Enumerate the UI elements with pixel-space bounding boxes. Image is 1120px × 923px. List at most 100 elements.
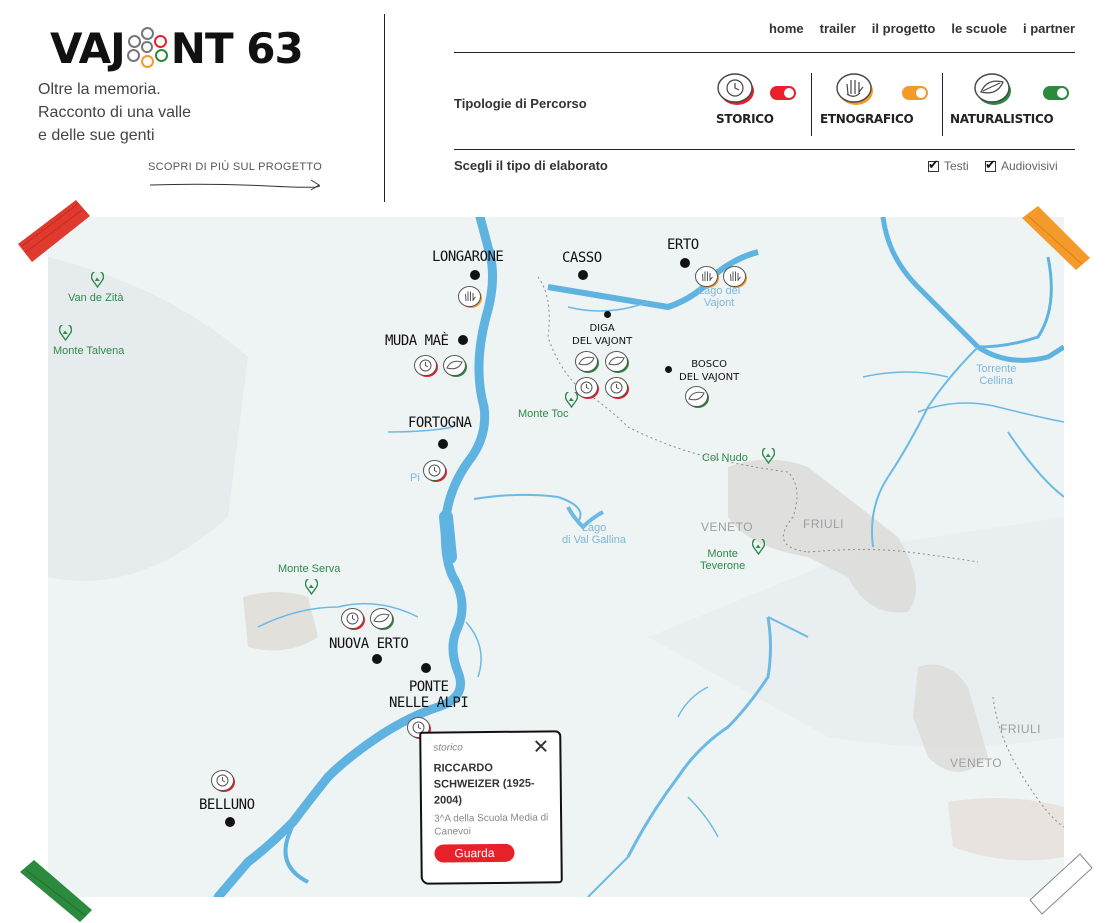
place-label-diga-del-vajont: DIGA DEL VAJONT — [572, 322, 632, 348]
river-label: Torrente Cellina — [976, 363, 1016, 387]
river-label-line: Torrente — [976, 363, 1017, 375]
clock-marker-icon[interactable] — [210, 769, 236, 793]
leaf-marker-icon[interactable] — [684, 385, 710, 409]
place-dot[interactable] — [458, 335, 468, 345]
place-dot[interactable] — [438, 439, 448, 449]
hand-marker-icon[interactable] — [694, 265, 720, 289]
region-label-friuli: FRIULI — [1000, 722, 1042, 736]
mountain-label: Col Nudo — [702, 452, 748, 464]
clock-marker-icon[interactable] — [422, 459, 448, 483]
place-label-line: BOSCO — [691, 359, 727, 370]
place-label-muda-mae: MUDA MAÈ — [385, 333, 449, 349]
place-label-casso: CASSO — [562, 250, 602, 266]
place-dot[interactable] — [604, 311, 611, 318]
tagline: Oltre la memoria. Racconto di una valle … — [38, 78, 191, 147]
mountain-label: Monte Serva — [278, 563, 341, 575]
logo-text-prefix: VAJ — [50, 23, 126, 73]
filter-etnografico[interactable]: ETNOGRAFICO — [820, 72, 935, 138]
tagline-line: e delle sue genti — [38, 127, 155, 144]
hand-marker-icon[interactable] — [722, 265, 748, 289]
lake-label: Lago di Val Gallina — [562, 522, 626, 546]
mountain-pin-icon — [305, 579, 318, 595]
nav-home[interactable]: home — [769, 21, 804, 36]
logo-dots-icon — [126, 26, 170, 70]
leaf-marker-icon[interactable] — [442, 354, 468, 378]
checkbox-icon — [985, 157, 996, 173]
route-types-label: Tipologie di Percorso — [454, 96, 587, 111]
discover-project-link[interactable]: SCOPRI DI PIÙ SUL PROGETTO — [148, 161, 322, 173]
checkbox-audiovisivi[interactable]: Audiovisivi — [985, 157, 1058, 173]
tagline-line: Racconto di una valle — [38, 104, 191, 121]
popup-title: RICCARDO SCHWEIZER (1925-2004) — [433, 761, 535, 807]
leaf-marker-icon[interactable] — [369, 607, 395, 631]
place-label-ponte-nelle-alpi: PONTE NELLE ALPI — [389, 679, 469, 711]
place-dot[interactable] — [665, 366, 672, 373]
place-label-fortogna: FORTOGNA — [408, 415, 472, 431]
nav-scuole[interactable]: le scuole — [951, 21, 1007, 36]
tape-white-decoration — [1029, 853, 1093, 915]
clock-marker-icon[interactable] — [413, 354, 439, 378]
filter-naturalistico[interactable]: NATURALISTICO — [950, 72, 1073, 138]
checkbox-icon — [928, 157, 939, 173]
place-label-bosco-del-vajont: BOSCO DEL VAJONT — [679, 358, 739, 384]
place-label-line: PONTE — [408, 679, 449, 695]
tape-orange-decoration — [1022, 206, 1090, 270]
storico-label: STORICO — [716, 112, 774, 126]
nav-progetto[interactable]: il progetto — [872, 21, 936, 36]
place-label-nuova-erto: NUOVA ERTO — [329, 636, 409, 652]
mountain-label-line: Teverone — [700, 560, 746, 572]
logo[interactable]: VAJ NT 63 — [50, 22, 304, 74]
place-label-line: NELLE ALPI — [389, 695, 469, 711]
leaf-marker-icon[interactable] — [604, 350, 630, 374]
arrow-right-icon — [149, 179, 320, 191]
leaf-marker-icon[interactable] — [574, 350, 600, 374]
nav-partner[interactable]: i partner — [1023, 21, 1075, 36]
clock-marker-icon[interactable] — [340, 607, 366, 631]
mountain-label-line: Monte — [707, 548, 738, 560]
filter-storico[interactable]: STORICO — [716, 72, 806, 138]
mountain-label: Monte Toc — [518, 408, 569, 420]
watch-button[interactable]: Guarda — [434, 843, 515, 863]
hand-marker-icon[interactable] — [457, 285, 483, 309]
naturalistico-toggle[interactable] — [1043, 86, 1069, 100]
checkbox-testi-label: Testi — [944, 159, 969, 173]
main-nav: home trailer il progetto le scuole i par… — [769, 21, 1075, 36]
leaf-icon — [974, 73, 1011, 105]
naturalistico-label: NATURALISTICO — [950, 112, 1054, 126]
etnografico-label: ETNOGRAFICO — [820, 112, 914, 126]
place-label-belluno: BELLUNO — [199, 797, 255, 813]
river-label-line: Cellina — [979, 375, 1013, 387]
lake-label-line: Vajont — [703, 297, 735, 309]
checkbox-audiovisivi-label: Audiovisivi — [1001, 159, 1058, 173]
place-label-line: DEL VAJONT — [572, 336, 633, 347]
story-popup: storico ✕ RICCARDO SCHWEIZER (1925-2004)… — [419, 730, 563, 885]
place-dot[interactable] — [225, 817, 235, 827]
place-dot[interactable] — [578, 270, 588, 280]
mountain-label: Monte Teverone — [700, 548, 745, 572]
mountain-pin-icon — [91, 272, 104, 288]
clock-icon — [717, 73, 754, 105]
place-label-erto: ERTO — [667, 237, 699, 253]
tape-red-decoration — [18, 200, 90, 262]
close-icon[interactable]: ✕ — [532, 736, 549, 758]
filter-divider — [811, 73, 812, 136]
etnografico-toggle[interactable] — [902, 86, 928, 100]
clock-marker-icon[interactable] — [604, 376, 630, 400]
tape-green-decoration — [20, 860, 92, 922]
checkbox-testi[interactable]: Testi — [928, 157, 969, 173]
popup-type: storico — [433, 742, 463, 754]
header-rule — [454, 52, 1075, 53]
region-label-veneto: VENETO — [950, 756, 1003, 770]
storico-toggle[interactable] — [770, 86, 796, 100]
place-label-line: DEL VAJONT — [679, 372, 740, 383]
lake-label-line: di Val Gallina — [562, 534, 626, 546]
lake-label-line: Lago — [581, 522, 607, 534]
place-dot[interactable] — [680, 258, 690, 268]
place-dot[interactable] — [421, 663, 431, 673]
clock-marker-icon[interactable] — [574, 376, 600, 400]
nav-trailer[interactable]: trailer — [820, 21, 856, 36]
place-dot[interactable] — [470, 270, 480, 280]
mountain-label: Monte Talvena — [53, 345, 125, 357]
place-dot[interactable] — [372, 654, 382, 664]
logo-text-suffix: NT 63 — [170, 23, 304, 73]
